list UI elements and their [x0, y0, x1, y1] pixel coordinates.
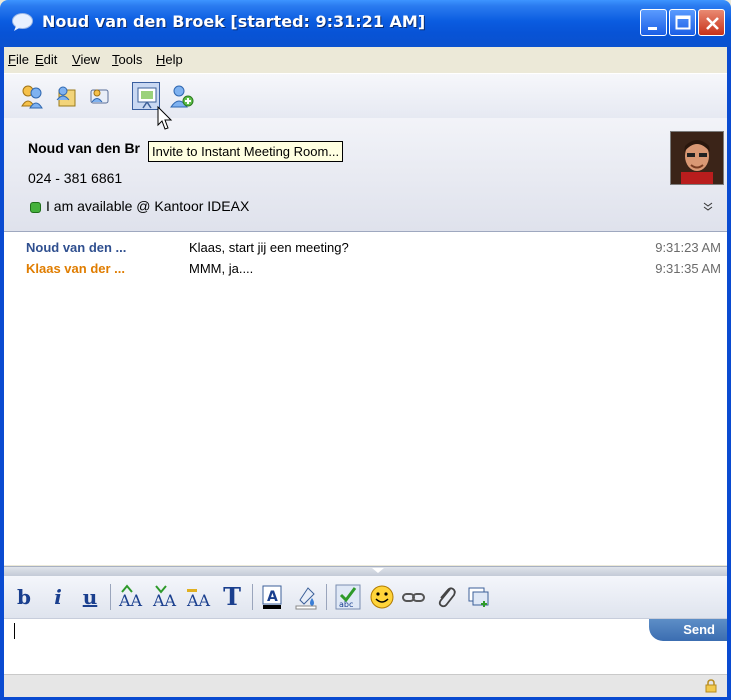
chat-icon[interactable]: [85, 82, 113, 110]
splitter-arrow-icon: [372, 568, 384, 573]
svg-text:AA: AA: [186, 591, 211, 610]
menu-help[interactable]: Help: [156, 52, 183, 67]
menu-edit[interactable]: Edit: [35, 52, 57, 67]
font-button[interactable]: T: [218, 582, 246, 612]
pane-splitter[interactable]: [4, 566, 727, 576]
chat-message: Klaas van der ... MMM, ja.... 9:31:35 AM: [4, 261, 727, 281]
contact-name: Noud van den Br: [28, 140, 141, 156]
contact-info-panel: Noud van den Br 024 - 381 6861 I am avai…: [4, 118, 727, 232]
send-button[interactable]: Send: [649, 619, 727, 641]
file-transfer-icon[interactable]: [52, 82, 80, 110]
svg-text:abc: abc: [339, 600, 353, 609]
chat-bubble-icon: [12, 13, 33, 31]
close-button[interactable]: [698, 9, 725, 36]
message-time: 9:31:35 AM: [655, 261, 721, 276]
message-time: 9:31:23 AM: [655, 240, 721, 255]
window-title: Noud van den Broek [started: 9:31:21 AM]: [42, 12, 426, 31]
contact-phone: 024 - 381 6861: [28, 170, 123, 186]
lock-icon: [705, 679, 717, 693]
screen-capture-icon[interactable]: [464, 582, 492, 612]
menu-tools[interactable]: Tools: [112, 52, 142, 67]
maximize-button[interactable]: [669, 9, 696, 36]
spell-check-icon[interactable]: abc: [334, 582, 362, 612]
link-icon[interactable]: [400, 582, 428, 612]
attachment-icon[interactable]: [432, 582, 460, 612]
window-frame-right: [727, 47, 731, 700]
italic-button[interactable]: i: [44, 582, 72, 612]
status-available-icon: [30, 202, 41, 213]
tooltip: Invite to Instant Meeting Room...: [148, 141, 344, 162]
message-text: Klaas, start jij een meeting?: [189, 240, 349, 255]
format-toolbar: b i u AA AA AA T A abc: [4, 576, 727, 618]
message-text: MMM, ja....: [189, 261, 254, 276]
underline-button[interactable]: u: [76, 582, 104, 612]
decrease-font-icon[interactable]: AA: [150, 582, 178, 612]
svg-text:AA: AA: [152, 591, 177, 610]
chat-transcript[interactable]: Noud van den ... Klaas, start jij een me…: [4, 232, 727, 565]
svg-text:A: A: [267, 589, 278, 605]
emoticon-icon[interactable]: [368, 582, 396, 612]
menu-bar: File Edit View Tools Help: [4, 47, 727, 73]
text-caret: [14, 623, 15, 639]
title-bar[interactable]: Noud van den Broek [started: 9:31:21 AM]: [0, 0, 731, 47]
contact-status: I am available @ Kantoor IDEAX: [46, 198, 250, 214]
chat-message: Noud van den ... Klaas, start jij een me…: [4, 240, 727, 260]
status-bar: [4, 674, 727, 697]
message-input[interactable]: Send: [4, 618, 727, 674]
contacts-icon[interactable]: [19, 82, 47, 110]
highlight-color-icon[interactable]: [292, 582, 320, 612]
mouse-cursor-icon: [157, 106, 173, 130]
toolbar: [4, 73, 727, 119]
meeting-room-icon[interactable]: [132, 82, 160, 110]
separator: [110, 584, 111, 610]
message-sender: Noud van den ...: [26, 240, 127, 255]
separator: [252, 584, 253, 610]
minimize-button[interactable]: [640, 9, 667, 36]
svg-text:AA: AA: [118, 591, 143, 610]
increase-font-icon[interactable]: AA: [116, 582, 144, 612]
font-style-icon[interactable]: AA: [184, 582, 212, 612]
menu-file[interactable]: File: [8, 52, 29, 67]
im-chat-window: Noud van den Broek [started: 9:31:21 AM]…: [0, 0, 731, 700]
text-color-icon[interactable]: A: [258, 582, 286, 612]
expand-details-icon[interactable]: [702, 200, 714, 212]
message-sender: Klaas van der ...: [26, 261, 125, 276]
bold-button[interactable]: b: [10, 582, 38, 612]
separator: [326, 584, 327, 610]
contact-avatar: [670, 131, 724, 185]
menu-view[interactable]: View: [72, 52, 100, 67]
